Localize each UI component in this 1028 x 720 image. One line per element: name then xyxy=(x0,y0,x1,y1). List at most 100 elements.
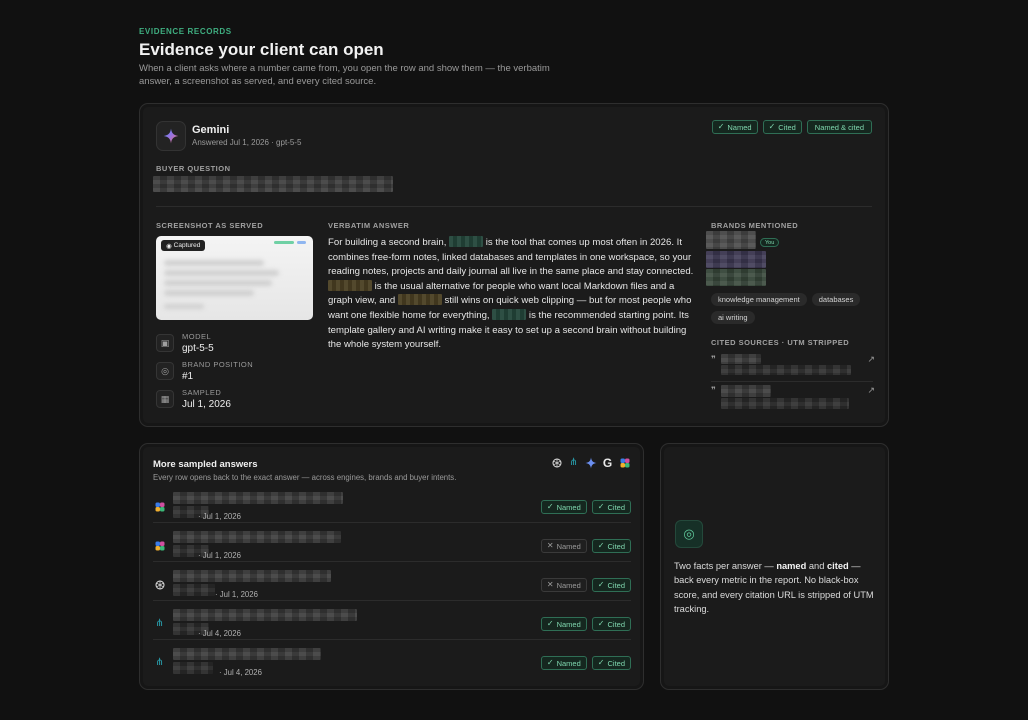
chip-icon: ▣ xyxy=(156,334,174,352)
you-badge: You xyxy=(760,238,780,247)
quote-icon: ❞ xyxy=(711,385,716,395)
brand-redacted xyxy=(706,251,766,268)
chatgpt-icon xyxy=(550,456,563,469)
model-meta: ▣ MODEL gpt-5-5 xyxy=(156,332,214,354)
question-redacted xyxy=(173,531,341,543)
external-link-icon[interactable]: ↗ xyxy=(867,354,875,365)
page-title: Evidence your client can open xyxy=(139,40,384,59)
not-named-badge: ✕ Named xyxy=(540,578,587,592)
question-redacted xyxy=(173,570,331,582)
brand-redacted xyxy=(706,269,766,286)
cited-badge: ✓ Cited xyxy=(591,500,631,514)
topic-chip[interactable]: ai writing xyxy=(711,311,755,324)
topic-chip[interactable]: databases xyxy=(811,293,861,306)
divider xyxy=(153,522,631,523)
decorative-bar xyxy=(297,241,306,244)
quote-icon: ❞ xyxy=(711,354,716,364)
row-date: · Jul 1, 2026 xyxy=(198,551,241,560)
screenshot-label[interactable]: SCREENSHOT AS SERVED xyxy=(156,221,263,230)
more-sampled-answers-card: More sampled answers Every row opens bac… xyxy=(139,443,644,690)
brand-redacted xyxy=(706,231,756,249)
copilot-icon xyxy=(153,539,166,552)
more-subtitle: Every row opens back to the exact answer… xyxy=(153,473,457,482)
brand-redacted xyxy=(173,584,215,596)
blurred-text xyxy=(164,260,264,266)
redacted-brand xyxy=(328,279,372,291)
row-badges: ✓ Named ✓ Cited xyxy=(540,500,631,514)
row-badges: ✕ Named ✓ Cited xyxy=(540,578,631,592)
external-link-icon[interactable]: ↗ xyxy=(867,385,875,396)
copilot-icon xyxy=(618,456,631,469)
check-icon: ✓ xyxy=(597,502,605,511)
divider xyxy=(153,600,631,601)
named-badge: ✓ Named xyxy=(540,656,587,670)
question-redacted xyxy=(173,609,357,621)
row-date: · Jul 1, 2026 xyxy=(198,512,241,521)
question-redacted xyxy=(173,648,321,660)
blurred-text xyxy=(164,280,272,286)
row-date: · Jul 1, 2026 xyxy=(215,590,258,599)
row-badges: ✓ Named ✓ Cited xyxy=(540,617,631,631)
check-icon: ✓ xyxy=(597,541,605,550)
evidence-record-card[interactable]: Gemini Answered Jul 1, 2026 · gpt-5-5 ✓ N… xyxy=(139,103,889,427)
x-icon: ✕ xyxy=(546,580,554,589)
google-icon: G xyxy=(602,455,613,470)
section-eyebrow: EVIDENCE RECORDS xyxy=(139,27,232,36)
verbatim-label: VERBATIM ANSWER xyxy=(328,221,410,230)
sampled-answer-row[interactable]: ⋔ · Jul 4, 2026 ✓ Named ✓ Cited xyxy=(153,646,631,684)
source-title-redacted xyxy=(721,354,761,364)
blurred-text xyxy=(164,270,279,276)
verbatim-answer: For building a second brain, is the tool… xyxy=(328,236,694,351)
copilot-icon xyxy=(153,500,166,513)
camera-icon: ◉ xyxy=(166,242,172,250)
check-icon: ✓ xyxy=(717,122,725,131)
cited-badge: ✓ Cited xyxy=(762,120,802,134)
named-badge: ✓ Named xyxy=(711,120,758,134)
perplexity-icon: ⋔ xyxy=(155,657,164,668)
cited-source-link[interactable]: ❞ ↗ xyxy=(711,385,875,409)
chatgpt-icon xyxy=(153,578,166,591)
answer-screenshot-thumbnail[interactable]: ◉ Captured xyxy=(156,236,313,320)
divider xyxy=(153,561,631,562)
blurred-text xyxy=(164,290,254,296)
cited-badge: ✓ Cited xyxy=(591,617,631,631)
source-url-redacted xyxy=(721,398,849,409)
check-icon: ✓ xyxy=(546,502,554,511)
divider xyxy=(153,639,631,640)
target-icon: ◎ xyxy=(156,362,174,380)
captured-badge: ◉ Captured xyxy=(161,240,206,251)
named-badge: ✓ Named xyxy=(540,500,587,514)
row-date: · Jul 4, 2026 xyxy=(219,668,262,677)
topic-chip[interactable]: knowledge management xyxy=(711,293,807,306)
blurred-text xyxy=(164,304,204,309)
check-icon: ✓ xyxy=(546,619,554,628)
divider xyxy=(711,381,873,382)
redacted-brand xyxy=(397,294,442,306)
row-badges: ✓ Named ✓ Cited xyxy=(540,656,631,670)
question-redacted xyxy=(173,492,343,504)
cited-source-link[interactable]: ❞ ↗ xyxy=(711,354,875,378)
cited-badge: ✓ Cited xyxy=(591,656,631,670)
check-icon: ✓ xyxy=(768,122,776,131)
source-title-redacted xyxy=(721,385,771,397)
brand-redacted xyxy=(173,662,213,674)
gemini-icon xyxy=(156,121,186,151)
decorative-bar xyxy=(274,241,294,244)
redacted-brand xyxy=(492,308,527,320)
check-icon: ✓ xyxy=(597,619,605,628)
topic-chips: knowledge management databases ai writin… xyxy=(711,293,881,324)
brands-label: BRANDS MENTIONED xyxy=(711,221,799,230)
target-icon: ◎ xyxy=(675,520,703,548)
buyer-question-label: BUYER QUESTION xyxy=(156,164,231,173)
row-badges: ✕ Named ✓ Cited xyxy=(540,539,631,553)
cited-sources-label: CITED SOURCES · UTM STRIPPED xyxy=(711,338,850,347)
check-icon: ✓ xyxy=(597,580,605,589)
more-title: More sampled answers xyxy=(153,459,258,470)
source-url-redacted xyxy=(721,365,851,375)
named-badge: ✓ Named xyxy=(540,617,587,631)
sampled-meta: ▦ SAMPLED Jul 1, 2026 xyxy=(156,388,231,410)
engine-icon-strip: ⋔ G xyxy=(550,455,631,470)
check-icon: ✓ xyxy=(597,658,605,667)
record-badges: ✓ Named ✓ Cited Named & cited xyxy=(711,120,872,134)
not-named-badge: ✕ Named xyxy=(540,539,587,553)
